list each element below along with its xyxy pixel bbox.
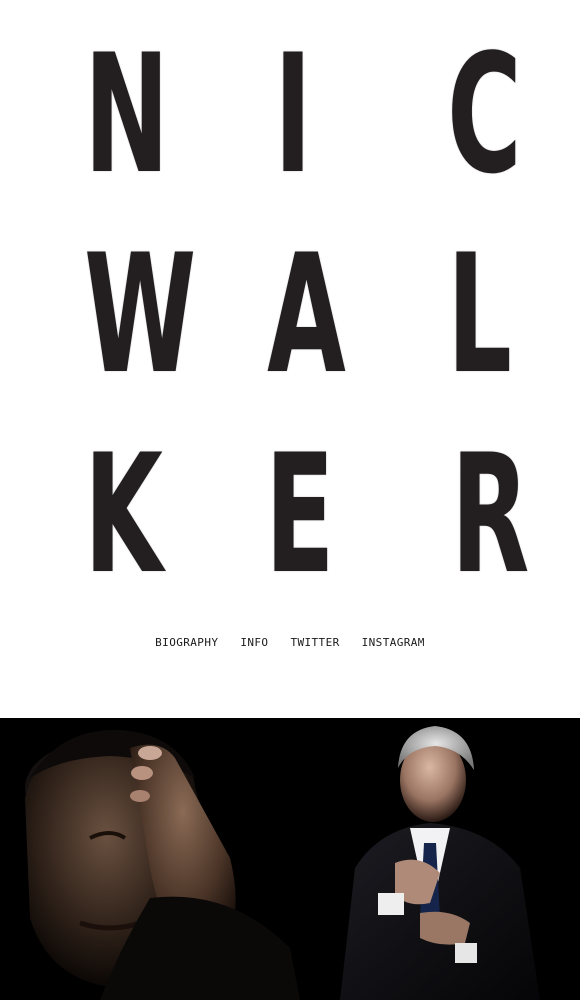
- nav-instagram-link[interactable]: INSTAGRAM: [362, 636, 425, 649]
- portrait-photos-image: [0, 718, 580, 1000]
- nav-info-link[interactable]: INFO: [240, 636, 268, 649]
- nav-twitter-link[interactable]: TWITTER: [290, 636, 339, 649]
- logo-letter-i: I: [274, 19, 312, 210]
- logo-letter-n: N: [84, 19, 170, 210]
- logo-letter-w: W: [84, 219, 197, 410]
- portrait-gallery: [0, 718, 580, 1000]
- nav-biography-link[interactable]: BIOGRAPHY: [155, 636, 218, 649]
- logo-letter-l: L: [447, 219, 512, 410]
- logo-letter-a: A: [267, 219, 346, 410]
- logo-letter-e: E: [265, 419, 335, 610]
- logo-letter-c: C: [447, 19, 522, 210]
- logo-letter-k: K: [84, 419, 163, 610]
- site-logo: N I C W A L K E R: [0, 0, 580, 600]
- page: N I C W A L K E R BIOGRAPHY INFO TWITTER…: [0, 0, 580, 1000]
- logo-letter-r: R: [451, 419, 530, 610]
- main-nav: BIOGRAPHY INFO TWITTER INSTAGRAM: [0, 636, 580, 649]
